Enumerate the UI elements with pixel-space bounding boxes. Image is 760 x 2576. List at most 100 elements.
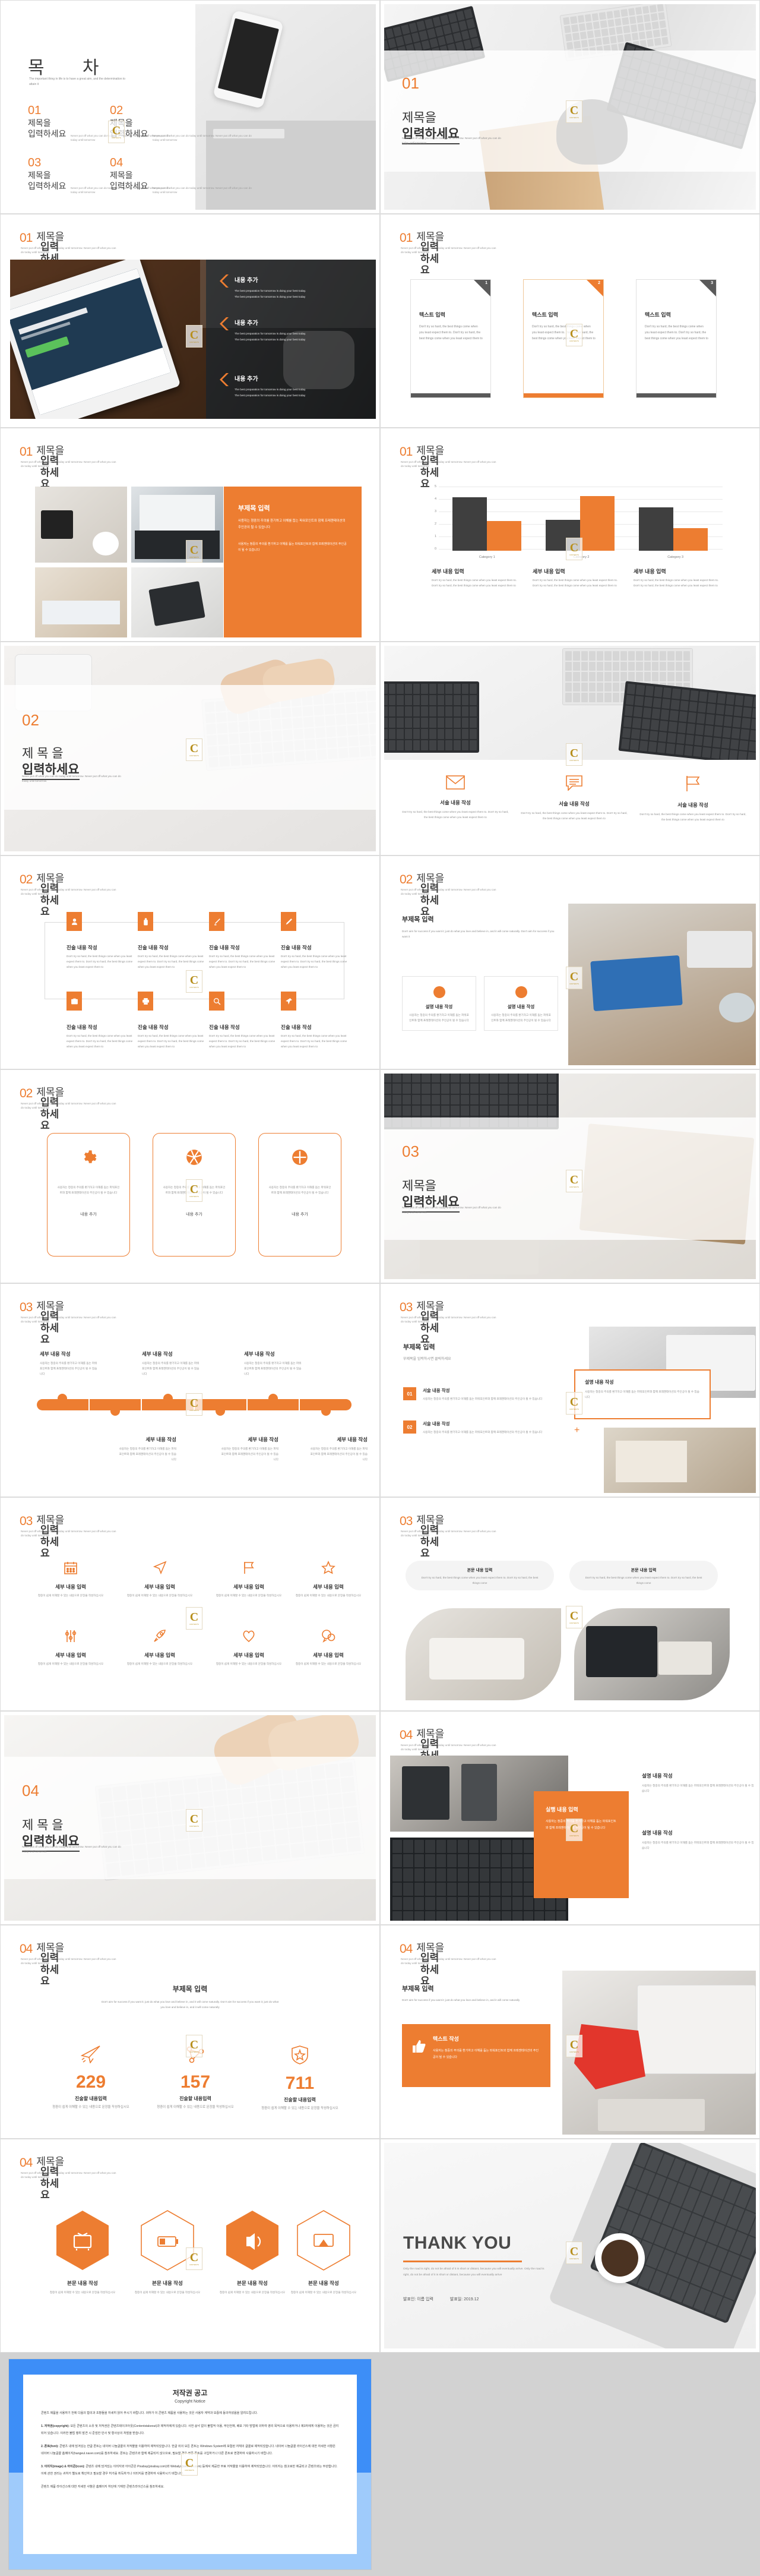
slide-tablet-content[interactable]: 01제목을입력하세요 Never put off what you can do… xyxy=(0,214,380,428)
toc-item-04[interactable]: 04 제목을 입력하세요 Never put off what you can d… xyxy=(110,156,258,195)
chart-caption-3: 세부 내용 입력 Don't try so hard, the best thi… xyxy=(634,567,723,588)
header-number: 01 xyxy=(400,445,413,459)
slide-copyright-notice[interactable]: 저작권 공고 Copyright Notice 콘텐츠 제품을 사용하기 전에 … xyxy=(8,2359,372,2570)
text-card-3[interactable]: 3 텍스트 입력 Don't try so hard, the best thi… xyxy=(636,279,717,398)
watermark-logo: C CONTENTS xyxy=(186,1607,202,1630)
icon-block-2[interactable]: 서술 내용 작성 Don't try so hard, the best thi… xyxy=(521,775,628,822)
pill-body: Don't try so hard, the best things come … xyxy=(585,1576,702,1584)
stat-1[interactable]: 229 진술할 내용입력 청중이 쉽게 이해할 수 있는 내용으로 문장을 작성… xyxy=(43,2045,138,2111)
icon-cell-7[interactable]: 세부 내용 입력 청중이 쉽게 이해할 수 있는 내용으로 문장을 작성하십시오 xyxy=(208,1629,289,1667)
icon-cell-title: 세부 내용 입력 xyxy=(313,1652,344,1658)
slide-eight-line-icons[interactable]: 03 제목을 입력하세요 Never put off what you can do… xyxy=(0,1497,380,1711)
icon-cell-4[interactable]: 세부 내용 입력 청중이 쉽게 이해할 수 있는 내용으로 문장을 작성하십시오 xyxy=(288,1560,369,1599)
slide-eight-step-icons[interactable]: 02 제목을 입력하세요 Never put off what you can do… xyxy=(0,855,380,1069)
copyright-outro: 콘텐츠 제품 라이선스에 대한 자세한 사항은 홈페이지 하단에 기재한 콘텐츠… xyxy=(41,2485,164,2489)
watermark-logo: C CONTENTS xyxy=(566,100,582,123)
dot-icon xyxy=(433,986,445,998)
timeline-top-3: 세부 내용 작성 사용자는 청중의 주의를 환기하고 이해를 돕는 파워포인트와… xyxy=(244,1350,333,1377)
slide-hexagon-icons[interactable]: 04 제목을 입력하세요 Never put off what you can do… xyxy=(0,2139,380,2353)
numbered-row-2[interactable]: 02 서술 내용 작성 사용자는 청중의 주의를 환기하고 이해를 돕는 파워포… xyxy=(403,1420,559,1435)
callout-box[interactable]: 설명 내용 작성 사용자는 청중의 주의를 환기하고 이해를 돕는 파워포인트와… xyxy=(574,1369,711,1419)
step-5[interactable]: 진술 내용 작성 Don't try so hard, the best thi… xyxy=(66,992,139,1050)
step-1[interactable]: 진술 내용 작성 Don't try so hard, the best thi… xyxy=(66,912,139,970)
icon-cell-body: 청중이 쉽게 이해할 수 있는 내용으로 문장을 작성하십시오 xyxy=(37,1662,104,1665)
timeline-pin xyxy=(58,1394,68,1401)
hex-cell-4[interactable]: 본문 내용 작성 청중이 쉽게 이해할 수 있는 내용으로 문장을 작성하십시오 xyxy=(282,2209,365,2296)
slide-section-cover-03[interactable]: 03 제목을 입력하세요 Never put off what you can d… xyxy=(380,1069,760,1283)
icon-cell-5[interactable]: 세부 내용 입력 청중이 쉽게 이해할 수 있는 내용으로 문장을 작성하십시오 xyxy=(30,1629,111,1667)
slide-orange-block-right-text[interactable]: 04제목을입력하세요 Never put off what you can do… xyxy=(380,1711,760,1925)
slide-section-cover-01[interactable]: 01 제목을 입력하세요 Never put off what you can … xyxy=(380,0,760,214)
icon-block-1[interactable]: 서술 내용 작성 Don't try so hard, the best thi… xyxy=(402,775,509,820)
watermark-logo: C CONTENTS xyxy=(566,324,582,346)
icon-cell-2[interactable]: 세부 내용 입력 청중이 쉽게 이해할 수 있는 내용으로 문장을 작성하십시오 xyxy=(119,1561,200,1599)
timeline-segment-5 xyxy=(247,1394,299,1410)
title-rule xyxy=(403,2261,522,2262)
slide-bar-chart[interactable]: 01 제목을 입력하세요 Never put off what you can do… xyxy=(380,428,760,642)
watermark-logo: C CONTENTS xyxy=(186,2247,202,2270)
info-box-2[interactable]: 설명 내용 작성 사용자는 청중의 주의를 환기하고 이해를 돕는 파워포인트와… xyxy=(484,976,558,1031)
slide-three-line-icons[interactable]: 서술 내용 작성 Don't try so hard, the best thi… xyxy=(380,642,760,855)
rounded-card-1[interactable]: 사용자는 청중의 주의를 환기하고 이해를 돕는 파워포인트와 함께 프레젠테이… xyxy=(47,1133,130,1257)
stat-body: 청중이 쉽게 이해할 수 있는 내용으로 문장을 작성하십시오 xyxy=(261,2107,338,2110)
icon-cell-3[interactable]: 세부 내용 입력 청중이 쉽게 이해할 수 있는 내용으로 문장을 작성하십시오 xyxy=(208,1561,289,1599)
card-body: Don't try so hard, the best things come … xyxy=(645,325,708,340)
slide-header: 01제목을입력하세요 Never put off what you can do… xyxy=(400,231,496,276)
step-2[interactable]: 진술 내용 작성 Don't try so hard, the best thi… xyxy=(138,912,210,970)
slide-thank-you[interactable]: THANK YOU Only the road is right, do not… xyxy=(380,2139,760,2353)
step-3[interactable]: 진술 내용 작성 Don't try so hard, the best thi… xyxy=(209,912,281,970)
stat-3[interactable]: 711 진술할 내용입력 청중이 쉽게 이해할 수 있는 내용으로 문장을 작성… xyxy=(252,2045,347,2112)
photo-imac-desk xyxy=(562,1971,756,2135)
slide-orange-card-photo[interactable]: 04 제목을 입력하세요 Never put off what you can do… xyxy=(380,1925,760,2139)
slide-numbered-list-callout[interactable]: 03 제목을 입력하세요 Never put off what you can do… xyxy=(380,1283,760,1497)
content-block-1 xyxy=(219,274,230,291)
icon-cell-1[interactable]: 세부 내용 입력 청중이 쉽게 이해할 수 있는 내용으로 문장을 작성하십시오 xyxy=(30,1561,111,1599)
card-link[interactable]: 내용 추가 xyxy=(259,1211,341,1217)
step-4[interactable]: 진술 내용 작성 Don't try so hard, the best thi… xyxy=(281,912,353,970)
subtitle-desc: Don't aim for success if you want it; ju… xyxy=(402,930,555,938)
photo-desk-workspace xyxy=(568,904,756,1065)
slide-desk-two-boxes[interactable]: 02 제목을 입력하세요 Never put off what you can do… xyxy=(380,855,760,1069)
rounded-card-3[interactable]: 사용자는 청중의 주의를 환기하고 이해를 돕는 파워포인트와 함께 프레젠테이… xyxy=(258,1133,341,1257)
step-8[interactable]: 진술 내용 작성 Don't try so hard, the best thi… xyxy=(281,992,353,1050)
numbered-row-1[interactable]: 01 서술 내용 작성 사용자는 청중의 주의를 환기하고 이해를 돕는 파워포… xyxy=(403,1387,559,1402)
hex-cell-1[interactable]: 본문 내용 작성 청중이 쉽게 이해할 수 있는 내용으로 문장을 작성하십시오 xyxy=(41,2209,124,2296)
header-subtitle: Never put off what you can do today unti… xyxy=(21,1316,116,1323)
icon-block-3[interactable]: 서술 내용 작성 Don't try so hard, the best thi… xyxy=(639,775,746,823)
card-link[interactable]: 내용 추가 xyxy=(153,1211,235,1217)
pill-1[interactable]: 본문 내용 입력 Don't try so hard, the best thi… xyxy=(406,1561,554,1590)
windows-icon xyxy=(292,1150,308,1165)
info-box-1[interactable]: 설명 내용 작성 사용자는 청중의 주의를 환기하고 이해를 돕는 파워포인트와… xyxy=(402,976,476,1031)
slide-timeline[interactable]: 03 제목을 입력하세요 Never put off what you can do… xyxy=(0,1283,380,1497)
header-subtitle: Never put off what you can do today unti… xyxy=(21,1958,116,1965)
toc-item-02[interactable]: 02 제목을입력하세요 Never put off what you can d… xyxy=(110,104,258,143)
slide-two-photos-pills[interactable]: 03 제목을 입력하세요 Never put off what you can do… xyxy=(380,1497,760,1711)
step-6[interactable]: 진술 내용 작성 Don't try so hard, the best thi… xyxy=(138,992,210,1050)
slide-photos-orange-panel[interactable]: 01 제목을 입력하세요 Never put off what you can do… xyxy=(0,428,380,642)
hex-cell-3[interactable]: 본문 내용 작성 청중이 쉽게 이해할 수 있는 내용으로 문장을 작성하십시오 xyxy=(211,2209,294,2296)
sliders-icon xyxy=(64,1630,78,1646)
pill-2[interactable]: 본문 내용 입력 Don't try so hard, the best thi… xyxy=(569,1561,718,1590)
card-link[interactable]: 내용 추가 xyxy=(48,1211,129,1217)
watermark-logo: C CONTENTS xyxy=(186,970,202,993)
slide-section-cover-04[interactable]: 04 제 목 을 입력하세요 Never put off what you can… xyxy=(0,1711,380,1925)
orange-card[interactable]: 텍스트 작성 사용자는 청중의 주의를 환기하고 이해를 돕는 파워포인트와 함… xyxy=(402,2024,550,2087)
header-number: 04 xyxy=(20,1942,33,1956)
icon-cell-8[interactable]: 세부 내용 입력 청중이 쉽게 이해할 수 있는 내용으로 문장을 작성하십시오 xyxy=(288,1629,369,1667)
plus-icon[interactable]: + xyxy=(574,1425,580,1436)
slide-statistics[interactable]: 04 제목을 입력하세요 Never put off what you can do… xyxy=(0,1925,380,2139)
y-tick: 4 xyxy=(434,497,436,501)
copyright-row: 저작권 공고 Copyright Notice 콘텐츠 제품을 사용하기 전에 … xyxy=(0,2353,760,2576)
slide-three-cards[interactable]: 01 제목을 입력하세요 Never put off what you can do… xyxy=(380,214,760,428)
text-card-1[interactable]: 1 텍스트 입력 Don't try so hard, the best thi… xyxy=(410,279,491,398)
toc-item-number: 04 xyxy=(110,156,124,169)
text-card-2[interactable]: 2 텍스트 입력 Don't try so hard, the best thi… xyxy=(523,279,604,398)
slide-three-rounded-cards[interactable]: 02 제목을 입력하세요 Never put off what you can do… xyxy=(0,1069,380,1283)
card-number: 3 xyxy=(711,281,713,285)
slide-section-cover-02[interactable]: 02 제 목 을 입력하세요 Never put off what you can… xyxy=(0,642,380,855)
timeline-bottom-2: 세부 내용 작성 사용자는 청중의 주의를 환기하고 이해를 돕는 파워포인트와… xyxy=(189,1436,278,1463)
step-7[interactable]: 진술 내용 작성 Don't try so hard, the best thi… xyxy=(209,992,281,1050)
slide-table-of-contents[interactable]: 목 차 The important thing in life is to ha… xyxy=(0,0,380,214)
timeline-pin xyxy=(268,1394,278,1401)
icon-cell-6[interactable]: 세부 내용 입력 청중이 쉽게 이해할 수 있는 내용으로 문장을 작성하십시오 xyxy=(119,1629,200,1667)
